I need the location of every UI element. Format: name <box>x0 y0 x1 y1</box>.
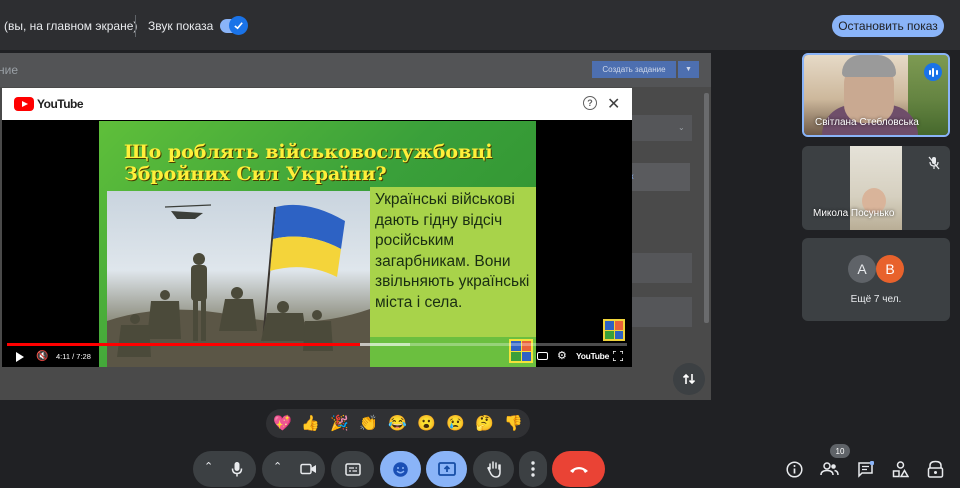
activities-icon[interactable] <box>890 459 910 479</box>
reaction-clap[interactable]: 👏 <box>359 414 378 433</box>
check-icon <box>229 16 248 35</box>
video-progress-bar[interactable] <box>7 343 627 346</box>
share-audio-label: Звук показа <box>148 19 214 33</box>
participants-count-badge: 10 <box>830 444 850 458</box>
end-call-button[interactable] <box>552 451 605 487</box>
hand-icon <box>486 461 501 478</box>
youtube-logo-icon <box>14 97 34 111</box>
play-icon[interactable] <box>16 352 24 362</box>
presentation-bar: (вы, на главном экране) Звук показа Оста… <box>0 0 960 50</box>
captions-icon <box>344 462 361 476</box>
reaction-party[interactable]: 🎉 <box>330 414 349 433</box>
reaction-thumbs-down[interactable]: 👎 <box>504 414 523 433</box>
reaction-heart[interactable]: 💖 <box>273 414 292 433</box>
participant-tile[interactable]: Світлана Стебловська <box>802 53 950 137</box>
mic-off-icon <box>928 156 940 170</box>
reactions-bar: 💖 👍 🎉 👏 😂 😮 😢 🤔 👎 <box>266 409 530 438</box>
present-screen-icon <box>437 462 456 476</box>
youtube-player: YouTube ? ✕ Що роблять військовослужбовц… <box>2 88 632 367</box>
share-audio-toggle[interactable] <box>220 16 248 35</box>
chevron-down-icon: ⌄ <box>678 123 685 132</box>
video-title: Що роблять військовослужбовці Збройних С… <box>124 141 493 185</box>
video-frame[interactable]: Що роблять військовослужбовці Збройних С… <box>99 121 536 367</box>
gear-icon[interactable]: ⚙ <box>557 349 567 362</box>
reaction-sad[interactable]: 😢 <box>446 414 465 433</box>
youtube-brand: YouTube <box>37 97 84 111</box>
camera-icon[interactable] <box>300 463 317 475</box>
reaction-laugh[interactable]: 😂 <box>388 414 407 433</box>
microphone-icon[interactable] <box>231 461 243 478</box>
shared-card <box>630 253 692 283</box>
info-icon[interactable] <box>784 459 804 479</box>
stop-presenting-button[interactable]: Остановить показ <box>832 15 944 37</box>
chevron-up-icon[interactable]: ⌃ <box>204 460 213 473</box>
youtube-watch-link[interactable]: YouTube <box>576 351 609 361</box>
scrollbar <box>704 93 709 323</box>
arrows-icon <box>682 373 696 385</box>
host-controls-icon[interactable] <box>925 459 945 479</box>
youtube-header: YouTube ? ✕ <box>2 88 632 120</box>
shared-card <box>630 163 690 191</box>
fullscreen-icon[interactable] <box>613 351 623 361</box>
progress-played <box>7 343 361 346</box>
video-control-group: ⌃ <box>262 451 325 487</box>
chat-icon[interactable] <box>855 459 875 479</box>
participant-tile[interactable]: Микола Посунько <box>802 146 950 230</box>
mute-icon[interactable]: 🔇 <box>36 351 48 362</box>
video-controls: 🔇 4:11 / 7:28 ⚙ YouTube <box>2 348 632 367</box>
more-vert-icon <box>531 461 535 477</box>
soldiers-photo <box>107 191 370 367</box>
others-tile[interactable]: A B Ещё 7 чел. <box>802 238 950 321</box>
captions-button[interactable] <box>331 451 374 487</box>
shared-page-heading: ние <box>0 63 19 77</box>
participant-name: Микола Посунько <box>813 208 895 219</box>
reaction-surprised[interactable]: 😮 <box>417 414 436 433</box>
expand-presentation-button[interactable] <box>673 363 705 395</box>
help-icon[interactable]: ? <box>583 96 597 110</box>
subtitles-icon[interactable] <box>537 352 548 360</box>
divider <box>135 15 136 37</box>
avatar: B <box>876 255 904 283</box>
hang-up-icon <box>569 467 588 473</box>
reactions-button[interactable] <box>380 451 421 487</box>
create-assignment-button: Создать задание <box>592 61 676 78</box>
reaction-thinking[interactable]: 🤔 <box>475 414 494 433</box>
more-participants-label: Ещё 7 чел. <box>850 294 902 305</box>
speaking-icon <box>924 63 942 81</box>
shared-card <box>630 297 692 327</box>
channel-corner-logo <box>603 319 625 341</box>
avatar: A <box>848 255 876 283</box>
smile-icon <box>393 461 408 477</box>
participant-name: Світлана Стебловська <box>815 117 919 128</box>
video-body-text: Українські військові дають гідну відсіч … <box>375 191 530 311</box>
presenting-status: (вы, на главном экране) <box>4 19 138 33</box>
reaction-thumbs-up[interactable]: 👍 <box>301 414 320 433</box>
video-time: 4:11 / 7:28 <box>56 352 91 361</box>
audio-control-group: ⌃ <box>193 451 256 487</box>
present-button[interactable] <box>426 451 467 487</box>
soldiers-flag-image <box>107 204 370 367</box>
more-options-button[interactable] <box>519 451 547 487</box>
raise-hand-button[interactable] <box>473 451 514 487</box>
chevron-down-icon: ▼ <box>678 61 699 78</box>
close-icon[interactable]: ✕ <box>607 94 620 114</box>
chevron-up-icon[interactable]: ⌃ <box>273 460 282 473</box>
people-icon[interactable] <box>819 459 839 479</box>
